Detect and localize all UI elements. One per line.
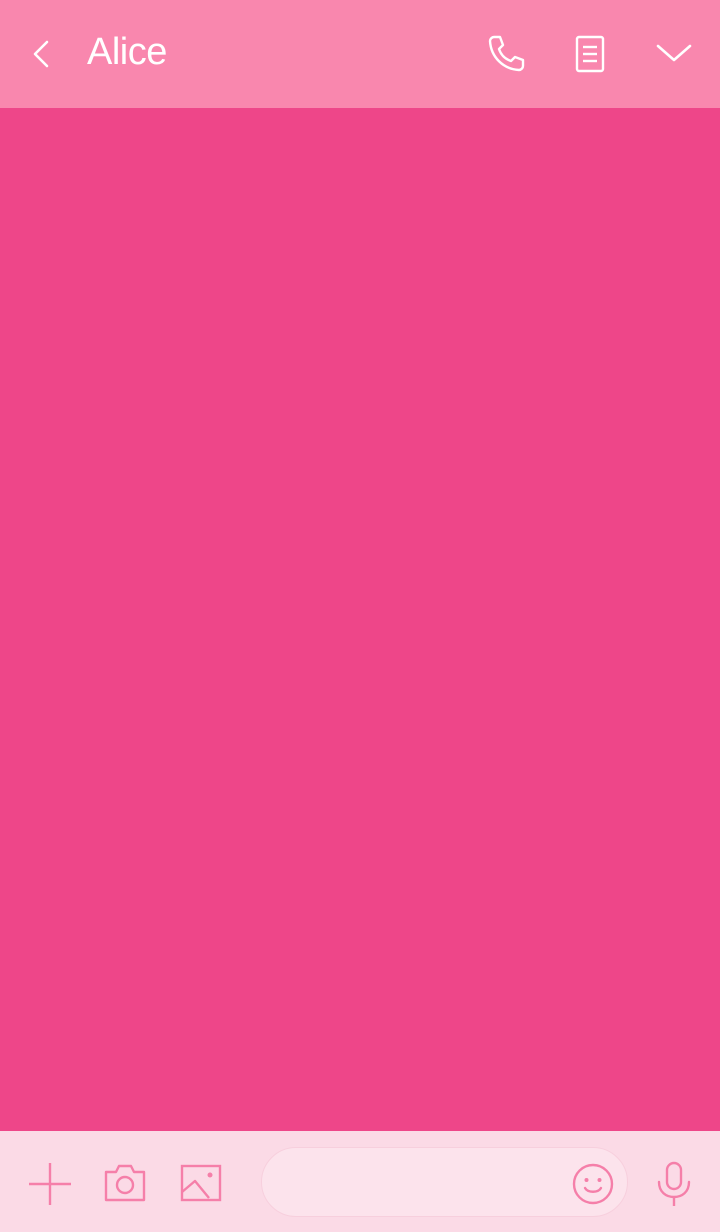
- chevron-left-icon: [33, 40, 49, 68]
- add-attachment-button[interactable]: [26, 1160, 74, 1208]
- phone-icon: [488, 35, 525, 72]
- more-button[interactable]: [650, 30, 698, 78]
- smiley-icon: [572, 1163, 614, 1205]
- emoji-button[interactable]: [569, 1160, 617, 1208]
- chevron-down-icon: [656, 44, 692, 62]
- chat-header: Alice: [0, 0, 720, 108]
- gallery-button[interactable]: [177, 1160, 225, 1208]
- image-icon: [180, 1164, 222, 1202]
- notes-icon: [575, 35, 605, 73]
- camera-button[interactable]: [101, 1160, 149, 1208]
- chat-message-area[interactable]: [0, 108, 720, 1131]
- voice-message-button[interactable]: [651, 1160, 699, 1208]
- chat-title: Alice: [87, 31, 167, 73]
- back-button[interactable]: [22, 34, 62, 74]
- camera-icon: [104, 1164, 146, 1202]
- message-input[interactable]: [282, 1158, 562, 1206]
- notes-button[interactable]: [566, 30, 614, 78]
- plus-icon: [29, 1163, 71, 1205]
- call-button[interactable]: [482, 30, 530, 78]
- microphone-icon: [657, 1161, 691, 1206]
